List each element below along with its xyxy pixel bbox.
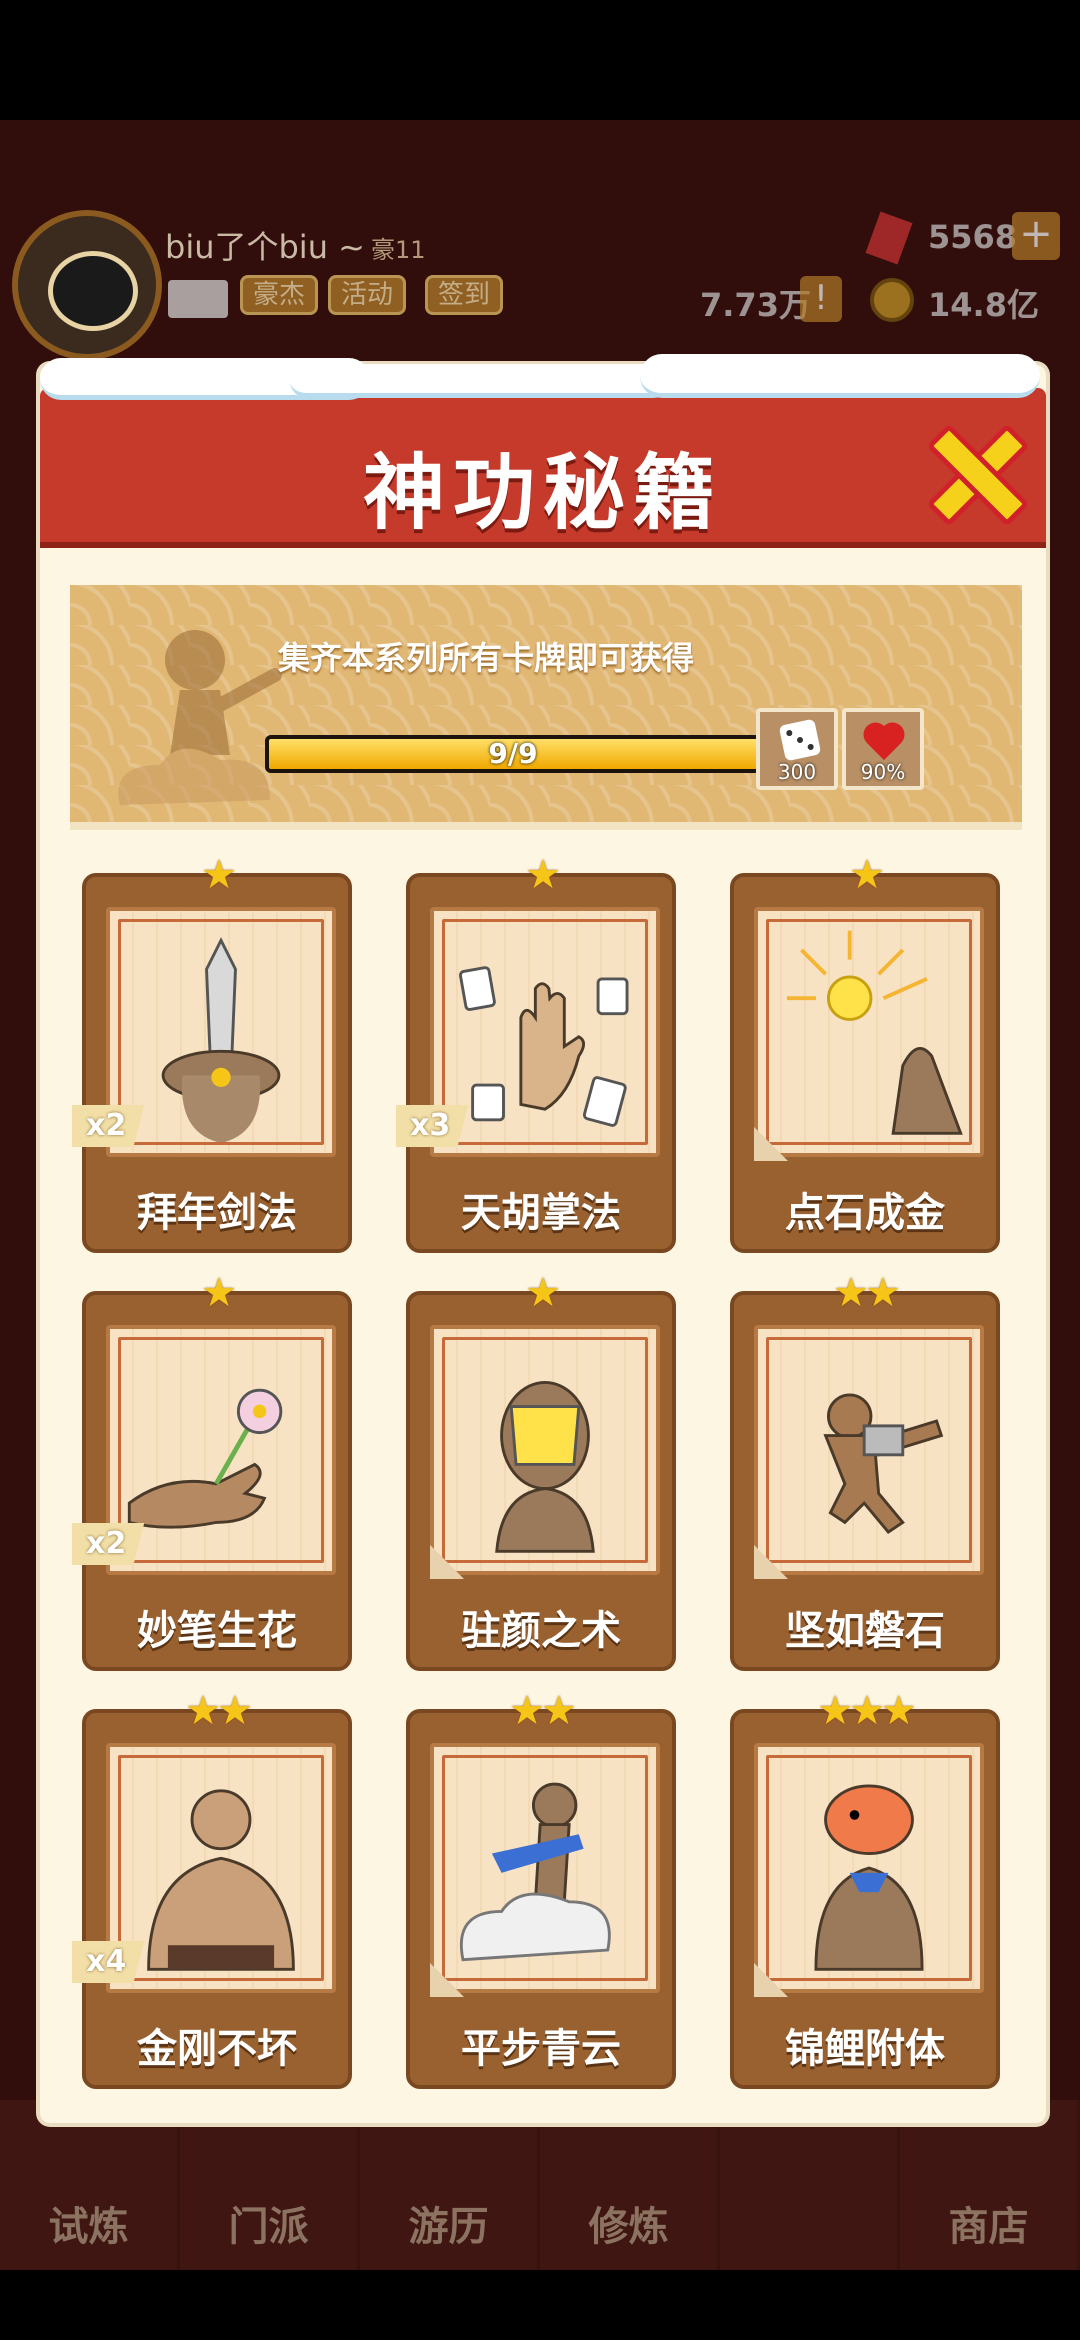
star-rating-icon: ★ <box>201 852 237 898</box>
activity-button[interactable]: 活动 <box>328 275 407 315</box>
card-count-badge: x2 <box>72 1523 145 1565</box>
card-art-icon <box>161 937 281 1143</box>
snow-decoration <box>40 350 1050 410</box>
power-value: 7.73万 <box>700 286 811 324</box>
card-art-icon <box>495 1380 595 1553</box>
nav-cultivate[interactable]: 修炼 <box>540 2100 720 2270</box>
modal-header: 神功秘籍 <box>40 388 1046 548</box>
reward-dice[interactable]: 300 <box>756 708 838 790</box>
mail-icon[interactable] <box>168 280 228 318</box>
card-art-icon <box>823 1393 944 1534</box>
card-frame: 锦鲤附体 <box>730 1709 1000 2089</box>
star-rating-icon: ★ <box>849 852 885 898</box>
gold-coin-icon <box>870 278 914 322</box>
card-name: 点石成金 <box>785 1190 945 1236</box>
star-rating-icon: ★ <box>525 1270 561 1316</box>
star-rating-icon: ★ <box>525 852 561 898</box>
card-name: 坚如磐石 <box>785 1608 945 1654</box>
heart-icon <box>864 724 908 764</box>
card-frame: 平步青云 <box>406 1709 676 2089</box>
card-art-icon <box>459 1782 611 1962</box>
player-avatar[interactable] <box>12 210 162 360</box>
star-rating-icon: ★ <box>201 1270 237 1316</box>
card-name: 驻颜之术 <box>461 1608 621 1654</box>
alert-icon[interactable]: ! <box>800 276 842 322</box>
card-name: 金刚不坏 <box>137 2026 297 2072</box>
technique-card[interactable]: 平步青云 ★★ <box>406 1691 676 2089</box>
system-nav-bar <box>0 2270 1080 2340</box>
technique-card[interactable]: 坚如磐石 ★★ <box>730 1273 1000 1671</box>
card-illustration <box>754 907 984 1157</box>
dice-icon <box>778 718 822 762</box>
card-frame: 妙笔生花 <box>82 1291 352 1671</box>
card-frame: 点石成金 <box>730 873 1000 1253</box>
reward-heart[interactable]: 90% <box>842 708 924 790</box>
star-rating-icon: ★★ <box>509 1688 577 1734</box>
banner-description: 集齐本系列所有卡牌即可获得 <box>277 639 694 677</box>
card-illustration <box>430 1743 660 1993</box>
card-frame: 金刚不坏 <box>82 1709 352 2089</box>
technique-card[interactable]: 天胡掌法 ★ x3 <box>396 852 676 1253</box>
card-illustration <box>430 1325 660 1575</box>
card-count-badge: x3 <box>396 1105 469 1147</box>
card-name: 拜年剑法 <box>137 1190 297 1236</box>
reward-heart-value: 90% <box>860 760 906 784</box>
star-rating-icon: ★★★ <box>817 1688 917 1734</box>
player-tag: 豪11 <box>370 236 426 264</box>
card-illustration <box>106 907 336 1157</box>
card-illustration <box>754 1325 984 1575</box>
card-count-badge: x2 <box>72 1105 145 1147</box>
card-art-icon <box>147 1789 295 1971</box>
card-count-badge: x4 <box>72 1941 145 1983</box>
gem-count: 5568 <box>928 218 1018 256</box>
nav-close[interactable] <box>720 2100 900 2270</box>
modal-title: 神功秘籍 <box>362 446 723 541</box>
technique-card[interactable]: 驻颜之术 ★ <box>406 1273 676 1671</box>
bottom-nav: 试炼 门派 游历 修炼 商店 <box>0 2100 1080 2270</box>
card-illustration <box>430 907 660 1157</box>
card-frame: 天胡掌法 <box>406 873 676 1253</box>
nav-sect[interactable]: 门派 <box>180 2100 360 2270</box>
technique-card[interactable]: 拜年剑法 ★ x2 <box>72 852 352 1253</box>
card-name: 天胡掌法 <box>461 1190 621 1236</box>
collection-banner: 集齐本系列所有卡牌即可获得 9/9 300 90% <box>70 585 1022 830</box>
progress-text: 9/9 <box>488 737 538 770</box>
card-name: 平步青云 <box>461 2026 621 2072</box>
card-illustration <box>106 1743 336 1993</box>
signin-button[interactable]: 签到 <box>425 275 504 315</box>
card-frame: 拜年剑法 <box>82 873 352 1253</box>
card-name: 妙笔生花 <box>137 1608 297 1654</box>
nav-travel[interactable]: 游历 <box>360 2100 540 2270</box>
heroes-button[interactable]: 豪杰 <box>240 275 319 315</box>
card-art-icon <box>814 1784 924 1971</box>
gold-count: 14.8亿 <box>928 286 1039 324</box>
card-illustration <box>106 1325 336 1575</box>
reward-dice-value: 300 <box>777 760 817 784</box>
card-name: 锦鲤附体 <box>785 2026 945 2072</box>
close-icon[interactable] <box>924 424 1014 514</box>
nav-shop[interactable]: 商店 <box>900 2100 1080 2270</box>
add-gems-button[interactable]: + <box>1012 212 1060 260</box>
technique-card[interactable]: 锦鲤附体 ★★★ <box>730 1691 1000 2089</box>
collection-progress-bar: 9/9 <box>265 735 761 773</box>
card-art-icon <box>458 966 629 1127</box>
star-rating-icon: ★★ <box>833 1270 901 1316</box>
nav-trial[interactable]: 试炼 <box>0 2100 180 2270</box>
card-illustration <box>754 1743 984 1993</box>
technique-card[interactable]: 妙笔生花 ★ x2 <box>72 1270 352 1671</box>
technique-card[interactable]: 金刚不坏 ★★ x4 <box>72 1688 352 2089</box>
card-frame: 坚如磐石 <box>730 1291 1000 1671</box>
status-bar <box>0 0 1080 120</box>
star-rating-icon: ★★ <box>185 1688 253 1734</box>
card-frame: 驻颜之术 <box>406 1291 676 1671</box>
card-art-icon <box>127 1388 283 1529</box>
player-name: biu了个biu ~ 豪11 <box>165 228 426 266</box>
card-grid: 拜年剑法 ★ x2 天胡掌法 ★ x3 点石成金 ★ 妙笔生花 ★ x2 驻颜之术 ★ 坚如磐石 ★★ 金刚不… <box>72 852 1002 2095</box>
card-art-icon <box>786 930 963 1135</box>
technique-card[interactable]: 点石成金 ★ <box>730 855 1000 1253</box>
